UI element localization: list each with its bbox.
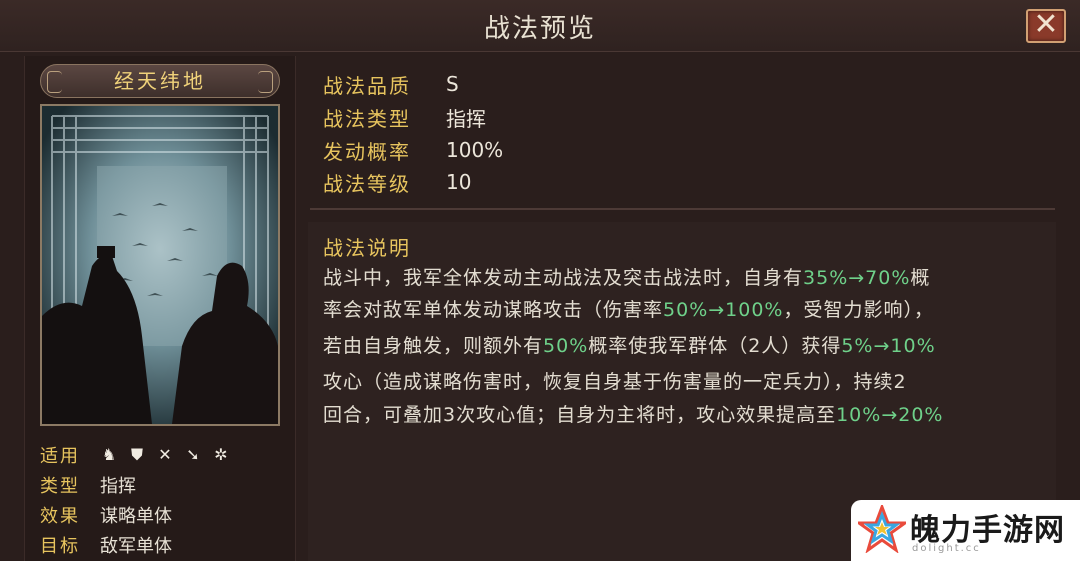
type-label: 类型: [40, 476, 80, 497]
siege-icon: ✲: [214, 445, 228, 464]
text: 概: [910, 267, 931, 289]
applicable-label: 适用: [40, 446, 80, 467]
stat-value: 10: [446, 170, 472, 194]
skill-name: 经天纬地: [40, 64, 280, 98]
stat-quality: 战法品质 S: [323, 68, 459, 100]
bow-icon: ✕: [158, 445, 172, 464]
text: 若由自身触发，则额外有: [323, 335, 544, 357]
stat-level: 战法等级 10: [323, 166, 471, 198]
watermark-subtext: dolight.cc: [912, 543, 981, 554]
text: 战斗中，我军全体发动主动战法及突击战法时，自身有: [323, 267, 804, 289]
shield-icon: ⛊: [130, 445, 143, 464]
stat-label: 发动概率: [323, 139, 411, 164]
highlight: 5%→10%: [841, 335, 936, 357]
skill-artwork: [40, 104, 280, 426]
description-line-2: 率会对敌军单体发动谋略攻击（伤害率50%→100%，受智力影响），: [323, 295, 934, 322]
target-value: 敌军单体: [100, 536, 172, 557]
cavalry-icon: ♞: [101, 445, 117, 464]
stat-probability: 发动概率 100%: [323, 134, 503, 166]
stat-label: 战法等级: [323, 171, 411, 196]
prop-target: 目标 敌军单体: [40, 530, 230, 560]
prop-applicable: 适用 ♞ ⛊ ✕ ➘ ✲: [40, 440, 230, 470]
skill-properties: 适用 ♞ ⛊ ✕ ➘ ✲ 类型 指挥 效果 谋略单体 目标 敌军单体: [40, 440, 230, 560]
prop-type: 类型 指挥: [40, 470, 230, 500]
stat-label: 战法类型: [323, 106, 411, 131]
highlight: 35%→70%: [803, 267, 911, 289]
stat-value: 100%: [446, 138, 504, 162]
target-label: 目标: [40, 536, 80, 557]
highlight: 50%→100%: [663, 299, 784, 321]
unit-type-icons: ♞ ⛊ ✕ ➘ ✲: [100, 446, 230, 464]
text: 率会对敌军单体发动谋略攻击（伤害率: [323, 299, 664, 321]
description-line-3: 若由自身触发，则额外有50%概率使我军群体（2人）获得5%→10%: [323, 331, 936, 358]
text: 回合，可叠加3次攻心值；自身为主将时，攻心效果提高至: [323, 404, 837, 426]
highlight: 50%: [543, 335, 589, 357]
effect-label: 效果: [40, 506, 80, 527]
stat-label: 战法品质: [323, 73, 411, 98]
prop-effect: 效果 谋略单体: [40, 500, 230, 530]
stat-value: 指挥: [446, 106, 486, 131]
section-divider: [310, 208, 1055, 210]
type-value: 指挥: [100, 476, 136, 497]
description-line-5: 回合，可叠加3次攻心值；自身为主将时，攻心效果提高至10%→20%: [323, 400, 943, 427]
text: 概率使我军群体（2人）获得: [588, 335, 842, 357]
highlight: 10%→20%: [836, 404, 944, 426]
description-line-1: 战斗中，我军全体发动主动战法及突击战法时，自身有35%→70%概: [323, 263, 930, 290]
description-title: 战法说明: [323, 236, 411, 260]
spear-icon: ➘: [186, 445, 200, 464]
effect-value: 谋略单体: [100, 506, 172, 527]
close-button[interactable]: ✕: [1026, 9, 1066, 43]
window-title: 战法预览: [483, 14, 596, 44]
watermark-logo-icon: [858, 505, 906, 553]
stat-type: 战法类型 指挥: [323, 101, 486, 133]
stat-value: S: [446, 72, 459, 96]
description-line-4: 攻心（造成谋略伤害时，恢复自身基于伤害量的一定兵力），持续2: [323, 371, 907, 393]
text: ，受智力影响），: [783, 299, 935, 321]
